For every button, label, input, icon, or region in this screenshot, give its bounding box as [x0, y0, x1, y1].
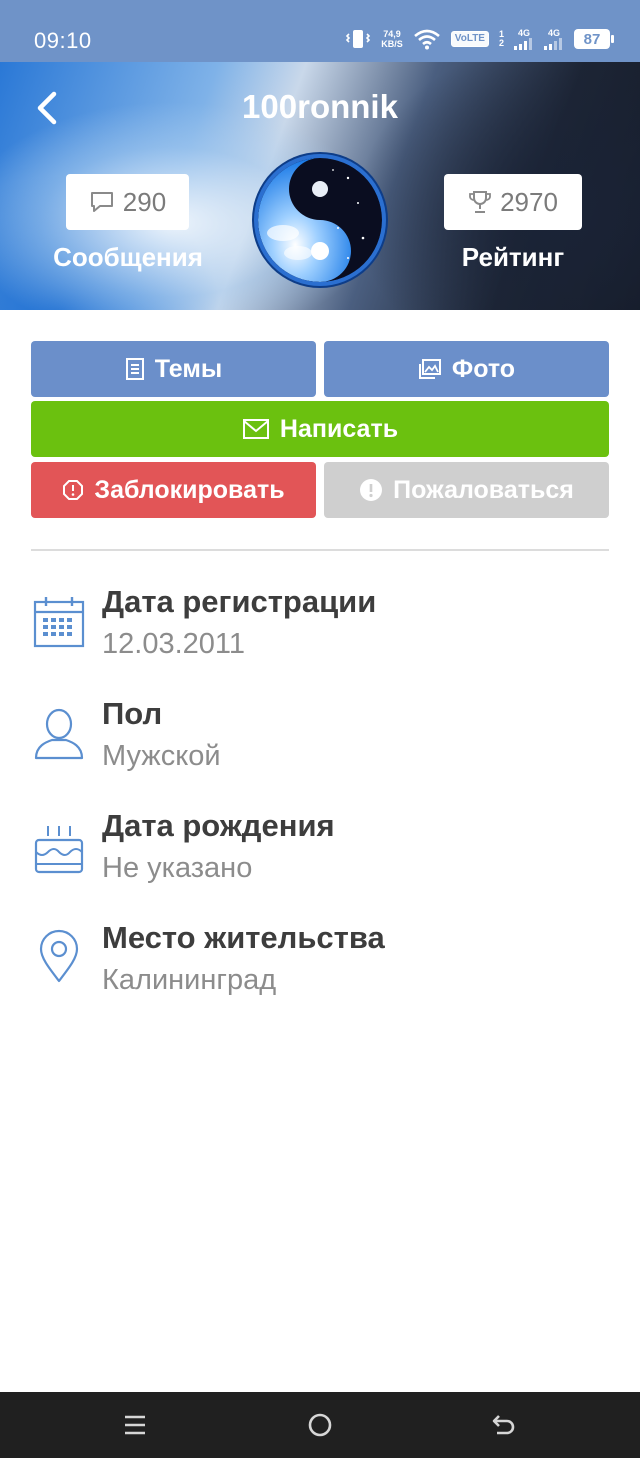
comment-icon — [90, 192, 113, 212]
info-title: Дата рождения — [102, 808, 335, 843]
avatar[interactable] — [254, 154, 386, 286]
info-value: Мужской — [102, 740, 221, 772]
write-message-button[interactable]: Написать — [31, 401, 609, 457]
home-button[interactable] — [298, 1405, 342, 1445]
topics-button-label: Темы — [154, 354, 223, 383]
location-pin-icon — [39, 929, 79, 983]
divider — [31, 549, 609, 551]
network-speed-value: 74,9 — [383, 29, 401, 39]
info-value: 12.03.2011 — [102, 628, 245, 660]
network2-label: 4G — [547, 27, 560, 38]
system-back-button[interactable] — [482, 1405, 526, 1445]
system-nav-bar — [0, 1392, 640, 1458]
report-button-label: Пожаловаться — [393, 475, 574, 504]
back-icon — [492, 1415, 515, 1435]
rating-label: Рейтинг — [461, 242, 565, 272]
cake-icon — [34, 826, 84, 874]
volte-badge: VoLTE — [450, 31, 489, 47]
write-message-button-label: Написать — [279, 414, 399, 443]
menu-icon — [125, 1415, 145, 1435]
block-button-label: Заблокировать — [94, 475, 285, 504]
document-icon — [125, 358, 144, 380]
sim-slots: 1 2 — [499, 30, 504, 48]
sim2-label: 2 — [498, 38, 504, 48]
status-icons: 74,9 KB/S VoLTE 1 2 4G 4G 87 — [345, 24, 614, 54]
messages-stat-box[interactable]: 290 — [66, 174, 189, 230]
network-speed-unit: KB/S — [381, 39, 403, 49]
profile-header: 100ronnik 290 Сообщения 2970 Рейтинг — [0, 62, 640, 310]
trophy-icon — [469, 191, 491, 213]
rating-count: 2970 — [500, 186, 558, 217]
photo-button[interactable]: Фото — [324, 341, 609, 397]
info-value: Не указано — [102, 852, 253, 884]
report-button[interactable]: Пожаловаться — [324, 462, 609, 518]
rating-stat-box[interactable]: 2970 — [444, 174, 582, 230]
block-button[interactable]: Заблокировать — [31, 462, 316, 518]
network-speed: 74,9 KB/S — [381, 29, 403, 49]
info-title: Дата регистрации — [102, 584, 377, 619]
image-icon — [418, 359, 441, 379]
network1-label: 4G — [517, 27, 530, 38]
exclamation-circle-icon — [360, 479, 383, 501]
person-icon — [34, 708, 84, 760]
yin-yang-avatar-image — [258, 158, 382, 282]
recent-apps-button[interactable] — [113, 1405, 157, 1445]
photo-button-label: Фото — [451, 354, 516, 383]
status-time: 09:10 — [34, 28, 92, 53]
info-title: Пол — [102, 696, 163, 731]
info-item-birthday: Дата рождения Не указано — [0, 808, 640, 908]
wifi-icon — [413, 28, 441, 50]
info-value: Калининград — [102, 964, 277, 996]
info-item-gender: Пол Мужской — [0, 696, 640, 796]
signal-icon: 4G — [514, 27, 534, 50]
signal-icon-2: 4G — [544, 27, 564, 50]
envelope-icon — [242, 419, 269, 439]
topics-button[interactable]: Темы — [31, 341, 316, 397]
calendar-icon — [33, 597, 85, 648]
info-title: Место жительства — [102, 920, 385, 955]
page-title: 100ronnik — [242, 88, 398, 125]
vibrate-icon — [345, 28, 371, 50]
home-icon — [308, 1413, 332, 1437]
info-item-location: Место жительства Калининград — [0, 920, 640, 1020]
messages-label: Сообщения — [53, 242, 203, 272]
status-bar: 09:10 74,9 KB/S VoLTE 1 2 4G 4G 87 — [0, 0, 640, 62]
block-warning-icon — [63, 480, 84, 500]
messages-count: 290 — [122, 186, 167, 217]
battery-icon: 87 — [574, 29, 614, 49]
info-item-registration: Дата регистрации 12.03.2011 — [0, 584, 640, 684]
